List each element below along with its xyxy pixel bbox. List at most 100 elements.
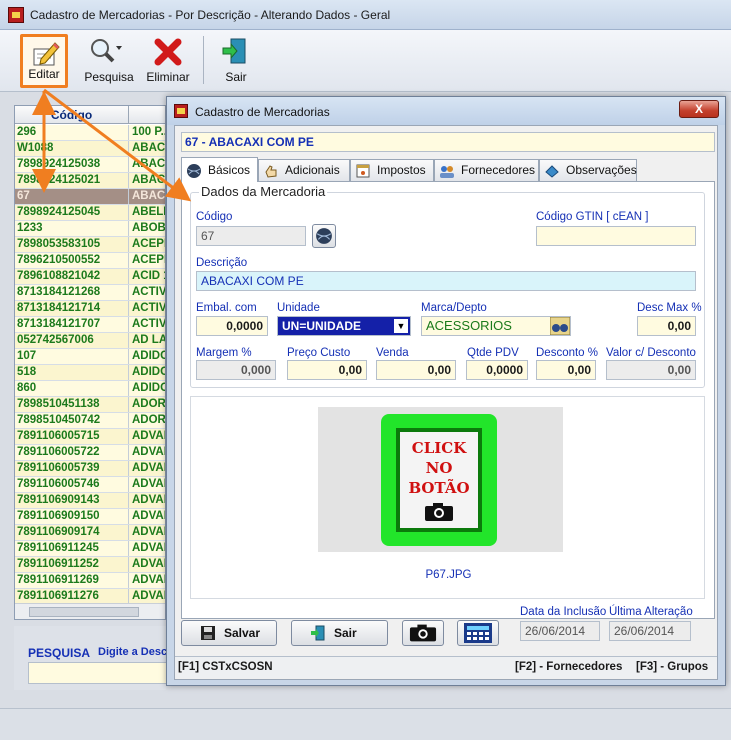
eliminar-button[interactable]: Eliminar xyxy=(144,34,192,88)
table-row[interactable]: 67 ABAC xyxy=(15,189,166,205)
ultima-alteracao-field: 26/06/2014 xyxy=(609,621,691,641)
cell-descricao: ADIDO xyxy=(132,366,166,378)
floppy-disk-icon xyxy=(201,626,215,640)
salvar-button[interactable]: Salvar xyxy=(181,620,277,646)
codigo-lookup-button[interactable] xyxy=(312,224,336,248)
editar-label: Editar xyxy=(28,67,60,81)
column-header-codigo[interactable]: Código xyxy=(15,106,129,124)
table-row[interactable]: 8713184121714 ACTIV xyxy=(15,301,166,317)
binoculars-icon[interactable] xyxy=(550,317,570,335)
table-row[interactable]: W1088 ABAC xyxy=(15,141,165,157)
venda-field[interactable]: 0,00 xyxy=(376,360,456,380)
tab-fornecedores[interactable]: Fornecedores xyxy=(434,159,539,181)
cell-descricao: ABELH xyxy=(132,206,165,218)
unidade-select[interactable]: UN=UNIDADE ▼ xyxy=(277,316,411,336)
embal-field[interactable]: 0,0000 xyxy=(196,316,268,336)
descricao-field[interactable]: ABACAXI COM PE xyxy=(196,271,696,291)
pesquisa-label: Pesquisa xyxy=(84,70,134,84)
table-row[interactable]: 7898510451138 ADOR xyxy=(15,397,165,413)
products-grid[interactable]: Código 296100 P...W1088ABAC7898924125038… xyxy=(14,105,166,620)
sair-button[interactable]: Sair xyxy=(291,620,388,646)
desconto-field[interactable]: 0,00 xyxy=(536,360,596,380)
custo-field[interactable]: 0,00 xyxy=(287,360,367,380)
table-row[interactable]: 8713184121707 ACTIV xyxy=(15,317,165,333)
table-row[interactable]: 7898924125045ABELH xyxy=(15,205,165,221)
cell-codigo: 7898053583105 xyxy=(15,237,129,252)
scrollbar-thumb[interactable] xyxy=(29,607,139,617)
tab-impostos-label: Impostos xyxy=(377,163,426,177)
editar-button[interactable]: Editar xyxy=(20,34,68,88)
product-image[interactable]: CLICK NO BOTÃO xyxy=(318,407,563,552)
table-row[interactable]: 7898053583105ACEPR xyxy=(15,237,165,253)
image-line-3: BOTÃO xyxy=(408,479,470,497)
venda-label: Venda xyxy=(376,347,409,359)
gtin-label: Código GTIN [ cEAN ] xyxy=(536,211,649,223)
column-header-descricao[interactable] xyxy=(130,106,165,124)
table-row[interactable]: 518 ADIDO xyxy=(15,365,166,381)
qtde-field[interactable]: 0,0000 xyxy=(466,360,528,380)
shortcut-f1[interactable]: [F1] CSTxCSOSN xyxy=(178,661,273,673)
descmax-field[interactable]: 0,00 xyxy=(637,316,696,336)
search-magnifier-icon xyxy=(91,39,122,63)
grid-horizontal-scrollbar[interactable] xyxy=(15,603,165,619)
table-row[interactable]: 7891106005746ADVAN xyxy=(15,477,165,493)
sair-toolbar-button[interactable]: Sair xyxy=(214,34,258,88)
table-row[interactable]: 7891106911252ADVAN xyxy=(15,557,165,573)
cell-codigo: 7891106909150 xyxy=(15,509,129,524)
product-image-box: CLICK NO BOTÃO P67.JPG xyxy=(190,396,705,599)
table-row[interactable]: 7891106909143ADVAN xyxy=(15,493,165,509)
marca-field[interactable]: ACESSORIOS xyxy=(421,316,571,336)
table-row[interactable]: 7896210500552ACEPR xyxy=(15,253,165,269)
ultima-alteracao-label: Última Alteração xyxy=(609,606,693,618)
product-header-field: 67 - ABACAXI COM PE xyxy=(181,132,715,152)
cell-codigo: 7891106909143 xyxy=(15,493,129,508)
main-titlebar: Cadastro de Mercadorias - Por Descrição … xyxy=(0,0,731,30)
table-row[interactable]: 052742567006 AD LA xyxy=(15,333,165,349)
dialog-titlebar: Cadastro de Mercadorias X xyxy=(167,97,725,125)
pesquisa-button[interactable]: Pesquisa xyxy=(84,34,134,88)
tab-observacoes[interactable]: Observações xyxy=(539,159,637,181)
search-input[interactable] xyxy=(28,662,178,684)
tab-adicionais[interactable]: Adicionais xyxy=(258,159,350,181)
close-button[interactable]: X xyxy=(679,100,719,118)
shortcut-f3[interactable]: [F3] - Grupos xyxy=(636,661,708,673)
table-row[interactable]: 7898510450742 ADOR xyxy=(15,413,165,429)
table-row[interactable]: 7891106005739ADVAN xyxy=(15,461,165,477)
table-row[interactable]: 107 ADIDO xyxy=(15,349,165,365)
calculator-button[interactable] xyxy=(457,620,499,646)
codigo-field[interactable]: 67 xyxy=(196,226,306,246)
table-row[interactable]: 7896108821042 ACID 1 xyxy=(15,269,165,285)
table-row[interactable]: 296100 P... xyxy=(15,125,165,141)
cell-descricao: ADVAN xyxy=(132,462,165,474)
search-hint: Digite a Desc xyxy=(98,646,168,658)
valordesc-label: Valor c/ Desconto xyxy=(606,347,696,359)
table-row[interactable]: 7898924125021 ABAC xyxy=(15,173,165,189)
image-line-1: CLICK xyxy=(411,439,467,457)
table-row[interactable]: 7898924125038 ABAC xyxy=(15,157,165,173)
table-row[interactable]: 7891106005715ADVAN xyxy=(15,429,165,445)
table-row[interactable]: 860 ADIDO xyxy=(15,381,165,397)
dialog-title: Cadastro de Mercadorias xyxy=(195,105,330,119)
cell-descricao: ABAC xyxy=(132,190,166,202)
gtin-field[interactable] xyxy=(536,226,696,246)
table-row[interactable]: 1233ABOBO xyxy=(15,221,165,237)
image-line-2: NO xyxy=(425,459,453,477)
tab-impostos[interactable]: Impostos xyxy=(350,159,434,181)
camera-icon xyxy=(409,624,437,642)
chevron-down-icon[interactable]: ▼ xyxy=(394,319,408,333)
table-row[interactable]: 8713184121268 ACTIV xyxy=(15,285,165,301)
tab-basicos[interactable]: Básicos xyxy=(181,157,258,182)
camera-button[interactable] xyxy=(402,620,444,646)
table-row[interactable]: 7891106911245ADVAN xyxy=(15,541,165,557)
status-bar xyxy=(0,708,731,740)
eliminar-label: Eliminar xyxy=(146,70,190,84)
table-row[interactable]: 7891106909174ADVAN xyxy=(15,525,165,541)
table-row[interactable]: 7891106909150ADVAN xyxy=(15,509,165,525)
table-row[interactable]: 7891106911269ADVAN xyxy=(15,573,165,589)
shortcut-f2[interactable]: [F2] - Fornecedores xyxy=(515,661,622,673)
table-row[interactable]: 7891106005722ADVAN xyxy=(15,445,165,461)
cell-codigo: 7891106911245 xyxy=(15,541,129,556)
cell-codigo: 7891106005739 xyxy=(15,461,129,476)
cell-descricao: ACTIV xyxy=(132,302,166,314)
users-icon xyxy=(440,166,454,178)
